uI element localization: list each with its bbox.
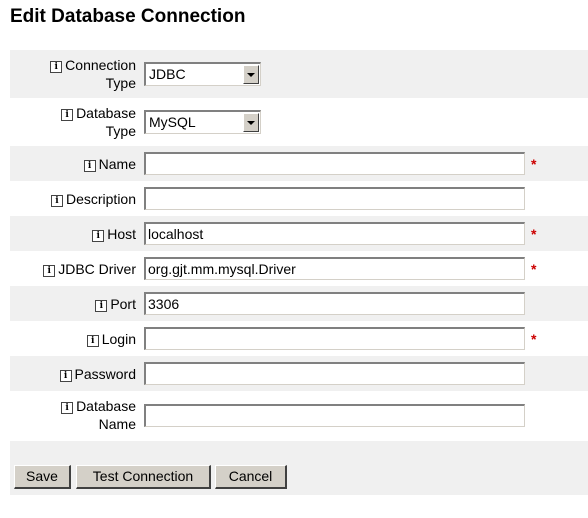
row-database-name: i Database Name bbox=[10, 391, 588, 439]
row-description: i Description bbox=[10, 181, 588, 216]
connection-type-label: i Connection Type bbox=[10, 50, 136, 98]
info-icon[interactable]: i bbox=[95, 299, 108, 312]
info-icon[interactable]: i bbox=[92, 229, 105, 242]
database-name-field[interactable] bbox=[144, 403, 525, 427]
jdbc-driver-label-text: JDBC Driver bbox=[58, 260, 136, 277]
host-field[interactable] bbox=[144, 222, 525, 245]
database-type-select[interactable]: MySQL bbox=[144, 110, 261, 134]
name-field[interactable] bbox=[144, 152, 525, 175]
connection-type-label-line2: Type bbox=[105, 75, 136, 91]
database-name-label-line2: Name bbox=[98, 416, 136, 432]
connection-type-label-line1: Connection bbox=[65, 57, 136, 73]
jdbc-driver-label: i JDBC Driver bbox=[10, 251, 136, 286]
database-type-label-line2: Type bbox=[105, 123, 136, 139]
info-icon[interactable]: i bbox=[43, 264, 56, 277]
connection-type-select[interactable]: JDBC bbox=[144, 62, 261, 86]
description-label-text: Description bbox=[65, 190, 136, 207]
required-indicator: * bbox=[531, 330, 537, 347]
database-type-select-value: MySQL bbox=[149, 114, 196, 130]
row-host: iHost * bbox=[10, 216, 588, 251]
database-type-label: i Database Type bbox=[10, 98, 136, 146]
login-label: i Login bbox=[10, 321, 136, 356]
cancel-button[interactable]: Cancel bbox=[215, 465, 287, 489]
connection-form: i Connection Type JDBC i Database Type M… bbox=[10, 50, 588, 439]
save-button[interactable]: Save bbox=[14, 465, 71, 489]
row-login: i Login * bbox=[10, 321, 588, 356]
database-name-label: i Database Name bbox=[10, 391, 136, 439]
row-jdbc-driver: iJDBC Driver * bbox=[10, 251, 588, 286]
chevron-down-icon[interactable] bbox=[243, 65, 259, 84]
host-label-text: Host bbox=[107, 225, 136, 242]
connection-type-select-value: JDBC bbox=[149, 66, 186, 82]
login-label-text: Login bbox=[101, 330, 136, 347]
port-label-text: Port bbox=[110, 295, 136, 312]
required-indicator: * bbox=[531, 225, 537, 242]
jdbc-driver-field[interactable] bbox=[144, 257, 525, 280]
chevron-down-icon[interactable] bbox=[243, 113, 259, 132]
row-port: i Port bbox=[10, 286, 588, 321]
test-connection-button[interactable]: Test Connection bbox=[76, 465, 211, 489]
required-indicator: * bbox=[531, 155, 537, 172]
info-icon[interactable]: i bbox=[50, 194, 63, 207]
name-label: i Name bbox=[10, 146, 136, 181]
info-icon[interactable]: i bbox=[61, 402, 74, 414]
button-bar: Save Test Connection Cancel bbox=[10, 441, 588, 495]
row-password: i Password bbox=[10, 356, 588, 391]
info-icon[interactable]: i bbox=[83, 159, 96, 172]
info-icon[interactable]: i bbox=[50, 61, 63, 73]
port-field[interactable] bbox=[144, 292, 525, 315]
login-field[interactable] bbox=[144, 327, 525, 350]
required-indicator: * bbox=[531, 260, 537, 277]
password-label-text: Password bbox=[74, 365, 136, 382]
description-field[interactable] bbox=[144, 187, 525, 210]
name-label-text: Name bbox=[98, 155, 136, 172]
database-type-label-line1: Database bbox=[76, 105, 136, 121]
edit-database-connection-page: Edit Database Connection i Connection Typ… bbox=[0, 0, 588, 518]
page-title: Edit Database Connection bbox=[10, 6, 246, 27]
row-connection-type: i Connection Type JDBC bbox=[10, 50, 588, 98]
info-icon[interactable]: i bbox=[59, 369, 72, 382]
info-icon[interactable]: i bbox=[61, 109, 74, 121]
info-icon[interactable]: i bbox=[86, 334, 99, 347]
password-label: i Password bbox=[10, 356, 136, 391]
description-label: i Description bbox=[10, 181, 136, 216]
host-label: i Host bbox=[10, 216, 136, 251]
row-name: i Name * bbox=[10, 146, 588, 181]
password-field[interactable] bbox=[144, 362, 525, 385]
row-database-type: i Database Type MySQL bbox=[10, 98, 588, 146]
database-name-label-line1: Database bbox=[76, 398, 136, 414]
port-label: i Port bbox=[10, 286, 136, 321]
